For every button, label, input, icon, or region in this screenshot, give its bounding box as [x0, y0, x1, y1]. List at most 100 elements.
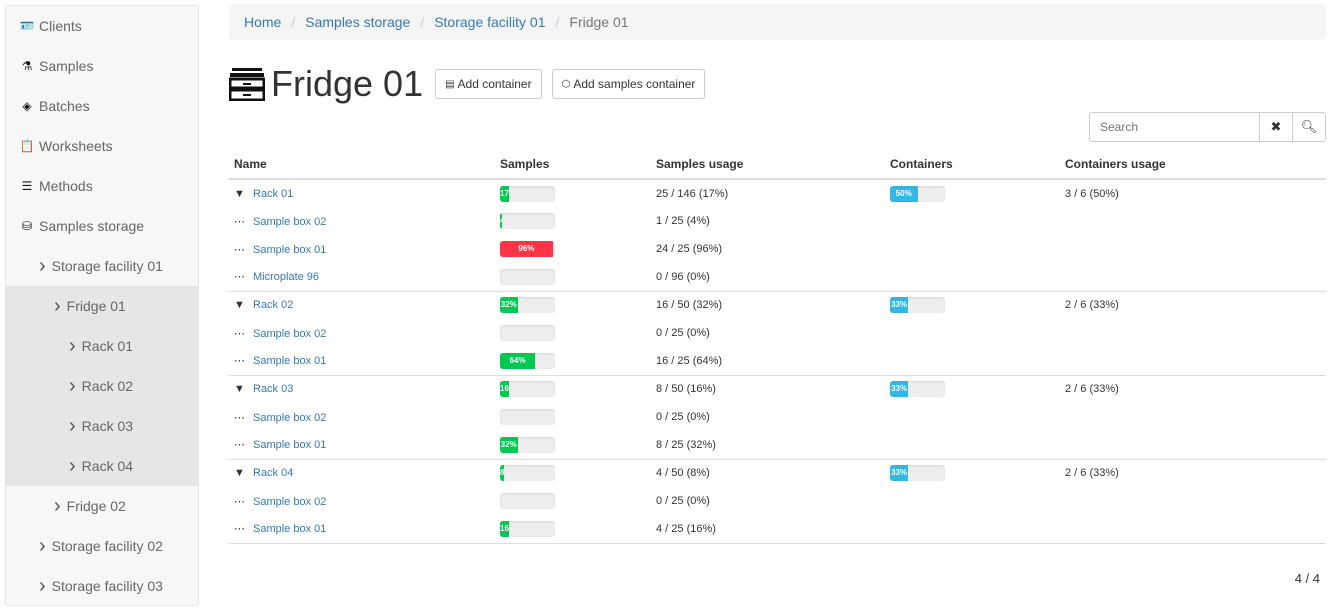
- expand-caret-icon[interactable]: ▼: [234, 299, 253, 311]
- samples-usage: 4 / 50 (8%): [651, 458, 885, 487]
- expand-caret-icon[interactable]: ▼: [234, 188, 253, 200]
- chevron-right-icon: ›: [69, 414, 76, 437]
- container-link[interactable]: Microplate 96: [253, 271, 319, 283]
- containers-cell: 50%: [885, 179, 1060, 207]
- sidebar-item-samples[interactable]: ⚗ Samples: [6, 46, 198, 86]
- samples-cell: 16%: [495, 515, 651, 544]
- table-row: ⋯ Sample box 02 4% 1 / 25 (4%): [229, 207, 1326, 235]
- container-link[interactable]: Rack 04: [253, 467, 293, 479]
- sidebar-item-storage-facility-01[interactable]: › Storage facility 01: [6, 246, 198, 286]
- sidebar-item-storage-facility-02[interactable]: › Storage facility 02: [6, 526, 198, 566]
- samples-cell: 64%: [495, 347, 651, 375]
- sidebar-item-fridge-02[interactable]: › Fridge 02: [6, 486, 198, 526]
- container-link[interactable]: Sample box 01: [253, 439, 326, 451]
- sidebar-item-label: Samples storage: [39, 218, 145, 234]
- progress-fill: 16%: [500, 520, 509, 537]
- container-link[interactable]: Sample box 01: [253, 523, 326, 535]
- chevron-right-icon: ›: [69, 334, 76, 357]
- breadcrumb-storage-facility[interactable]: Storage facility 01: [434, 14, 545, 30]
- containers-usage: 2 / 6 (33%): [1060, 374, 1326, 403]
- containers-cell: 33%: [885, 458, 1060, 487]
- add-samples-container-button[interactable]: ⬡ Add samples container: [551, 69, 706, 99]
- samples-usage: 1 / 25 (4%): [656, 215, 710, 227]
- container-link[interactable]: Rack 03: [253, 383, 293, 395]
- containers-cell: [885, 263, 1060, 291]
- progress-fill: 50%: [890, 185, 918, 202]
- container-link[interactable]: Sample box 02: [253, 216, 326, 228]
- containers-cell: [885, 431, 1060, 459]
- column-header-containers-usage[interactable]: Containers usage: [1060, 150, 1326, 180]
- add-container-button[interactable]: ▤ Add container: [435, 69, 542, 99]
- container-link[interactable]: Sample box 02: [253, 412, 326, 424]
- containers-usage: 2 / 6 (33%): [1060, 290, 1326, 319]
- search-input[interactable]: [1089, 112, 1260, 142]
- breadcrumb-samples-storage[interactable]: Samples storage: [305, 14, 410, 30]
- table-row: ⋯ Sample box 01 32% 8 / 25 (32%): [229, 431, 1326, 459]
- column-header-samples[interactable]: Samples: [495, 150, 651, 180]
- container-link[interactable]: Sample box 02: [253, 496, 326, 508]
- expand-caret-icon[interactable]: ▼: [234, 383, 253, 395]
- containers-usage: 2 / 6 (33%): [1060, 458, 1326, 487]
- sidebar-item-label: Rack 02: [81, 378, 134, 394]
- progress-fill: 64%: [500, 352, 536, 369]
- sidebar-item-samples-storage[interactable]: ⛁ Samples storage: [6, 206, 198, 246]
- container-link[interactable]: Sample box 01: [253, 355, 326, 367]
- sidebar-item-clients[interactable]: 🪪 Clients: [6, 6, 198, 46]
- breadcrumb: Home / Samples storage / Storage facility …: [229, 4, 1326, 40]
- sidebar-item-batches[interactable]: ◈ Batches: [6, 86, 198, 126]
- sidebar-item-rack-01[interactable]: › Rack 01: [6, 326, 198, 366]
- sidebar-item-label: Methods: [39, 178, 93, 194]
- containers-cell: [885, 235, 1060, 263]
- column-header-containers[interactable]: Containers: [885, 150, 1060, 180]
- sidebar-item-methods[interactable]: ☰ Methods: [6, 166, 198, 206]
- progress-bar: 32%: [500, 297, 555, 314]
- samples-cell: 16%: [495, 374, 651, 403]
- tree-branch-icon: ⋯: [234, 215, 245, 228]
- breadcrumb-separator: /: [555, 14, 560, 30]
- samples-cell: [495, 319, 651, 347]
- progress-bar: 32%: [500, 436, 555, 453]
- search-button[interactable]: 🔍︎: [1293, 112, 1326, 142]
- chevron-right-icon: ›: [69, 374, 76, 397]
- container-link[interactable]: Sample box 02: [253, 328, 326, 340]
- progress-bar: [500, 493, 555, 509]
- sidebar-item-worksheets[interactable]: 📋 Worksheets: [6, 126, 198, 166]
- column-header-name[interactable]: Name: [229, 150, 495, 180]
- progress-bar: [500, 268, 555, 285]
- sidebar-item-rack-03[interactable]: › Rack 03: [6, 406, 198, 446]
- containers-cell: [885, 515, 1060, 544]
- table-row: ▼Rack 03 16% 8 / 50 (16%) 33% 2 / 6 (33%): [229, 374, 1326, 403]
- progress-fill: 33%: [890, 465, 909, 482]
- sidebar-item-label: Storage facility 02: [51, 538, 163, 554]
- samples-usage: 4 / 25 (16%): [651, 515, 885, 544]
- container-link[interactable]: Rack 01: [253, 188, 293, 200]
- samples-usage: 16 / 50 (32%): [651, 290, 885, 319]
- containers-usage: [1060, 403, 1326, 431]
- sidebar-item-rack-02[interactable]: › Rack 02: [6, 366, 198, 406]
- sidebar-item-fridge-01[interactable]: › Fridge 01: [6, 286, 198, 326]
- clipboard-clock-icon: 📋: [19, 139, 35, 153]
- breadcrumb-home[interactable]: Home: [244, 14, 281, 30]
- containers-usage: [1060, 347, 1326, 375]
- sidebar-item-storage-facility-03[interactable]: › Storage facility 03: [6, 566, 198, 606]
- sidebar-item-label: Samples: [39, 58, 94, 74]
- expand-caret-icon[interactable]: ▼: [234, 467, 253, 479]
- close-icon: ✖: [1270, 119, 1282, 134]
- chevron-right-icon: ›: [39, 254, 46, 277]
- samples-cell: 8%: [495, 458, 651, 487]
- container-link[interactable]: Sample box 01: [253, 244, 326, 256]
- sidebar-item-label: Storage facility 01: [51, 258, 163, 274]
- progress-bar: 96%: [500, 241, 555, 257]
- containers-usage: 3 / 6 (50%): [1065, 187, 1119, 200]
- pagination-info: 4 / 4: [1294, 571, 1320, 586]
- progress-fill: 16%: [500, 381, 509, 398]
- column-header-samples-usage[interactable]: Samples usage: [651, 150, 885, 180]
- container-link[interactable]: Rack 02: [253, 299, 293, 311]
- tree-branch-icon: ⋯: [234, 439, 245, 452]
- sidebar-item-rack-04[interactable]: › Rack 04: [6, 446, 198, 486]
- tree-branch-icon: ⋯: [234, 495, 245, 508]
- clear-search-button[interactable]: ✖: [1260, 112, 1293, 142]
- chevron-right-icon: ›: [54, 494, 61, 517]
- progress-fill: 17%: [500, 185, 510, 202]
- sidebar-item-label: Rack 04: [81, 458, 134, 474]
